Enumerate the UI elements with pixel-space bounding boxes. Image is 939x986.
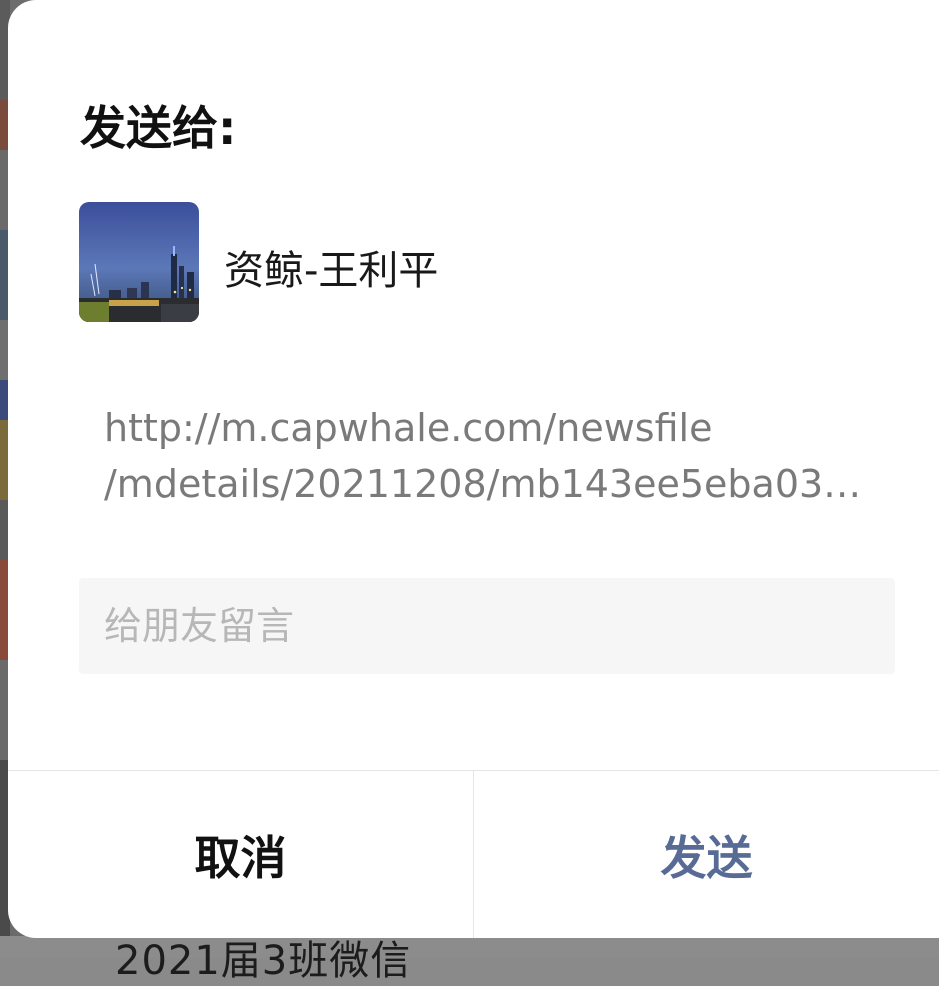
cancel-button[interactable]: 取消 <box>8 771 474 938</box>
dialog-footer: 取消 发送 <box>8 770 939 938</box>
dialog-title: 发送给: <box>80 101 237 155</box>
link-preview: http://m.capwhale.com/newsfile /mdetails… <box>104 400 884 512</box>
recipient-avatar <box>79 202 199 322</box>
link-preview-line-1: http://m.capwhale.com/newsfile <box>104 406 713 450</box>
recipient-name: 资鲸-王利平 <box>224 248 439 294</box>
city-night-skyline-avatar-icon <box>79 202 199 322</box>
link-preview-line-2: /mdetails/20211208/mb143ee5eba03… <box>104 462 862 506</box>
message-to-friend-input[interactable] <box>79 578 895 674</box>
share-dialog: 发送给: 资鲸-王利平 http://m.capwhale.com/newsfi… <box>8 0 939 938</box>
send-button[interactable]: 发送 <box>474 771 939 938</box>
